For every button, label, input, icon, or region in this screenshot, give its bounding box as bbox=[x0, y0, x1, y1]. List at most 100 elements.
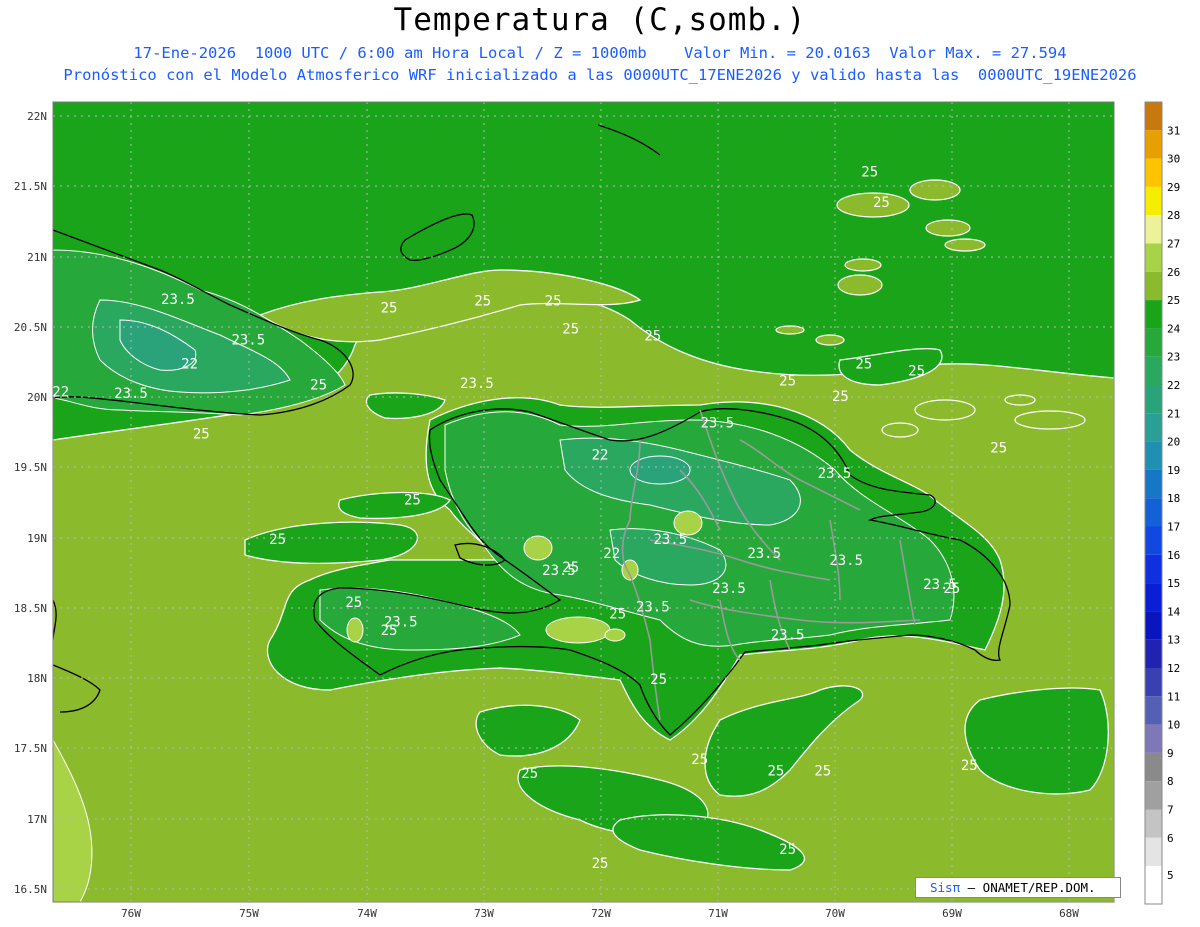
colorbar-tick: 6 bbox=[1167, 832, 1174, 845]
lat-label: 18.5N bbox=[14, 602, 47, 615]
colorbar-swatch bbox=[1145, 724, 1162, 753]
lon-label: 70W bbox=[825, 907, 845, 920]
lat-label: 20.5N bbox=[14, 321, 47, 334]
lon-label: 72W bbox=[591, 907, 611, 920]
colorbar-tick: 12 bbox=[1167, 662, 1180, 675]
contour-label: 23.5 bbox=[747, 546, 781, 562]
contour-label: 25 bbox=[562, 322, 579, 338]
colorbar-tick: 25 bbox=[1167, 294, 1180, 307]
contour-label: 22 bbox=[52, 385, 69, 401]
lat-label: 21N bbox=[27, 251, 47, 264]
contour-label: 25 bbox=[961, 758, 978, 774]
credit-text: – ONAMET/REP.DOM. bbox=[960, 880, 1096, 895]
contour-label: 22 bbox=[181, 357, 198, 373]
lon-label: 74W bbox=[357, 907, 377, 920]
contour-label: 23.5 bbox=[653, 532, 687, 548]
colorbar-swatch bbox=[1145, 356, 1162, 385]
colorbar-swatch bbox=[1145, 271, 1162, 301]
contour-label: 25 bbox=[990, 441, 1007, 457]
latitude-axis: 22N 21.5N 21N 20.5N 20N 19.5N 19N 18.5N … bbox=[14, 110, 47, 896]
colorbar-swatch bbox=[1145, 583, 1162, 612]
colorbar-tick: 20 bbox=[1167, 436, 1180, 449]
cul-de-sac-warm-spot bbox=[545, 616, 611, 644]
contour-label: 23.5 bbox=[712, 581, 746, 597]
colorbar-swatch bbox=[1145, 866, 1162, 904]
colorbar-swatch bbox=[1145, 639, 1162, 668]
colorbar-swatch bbox=[1145, 130, 1162, 159]
colorbar-swatch bbox=[1145, 328, 1162, 357]
lon-label: 68W bbox=[1059, 907, 1079, 920]
colorbar-swatch bbox=[1145, 186, 1162, 216]
contour-label: 25 bbox=[873, 195, 890, 211]
colorbar-swatch bbox=[1145, 102, 1162, 131]
contour-label: 23.5 bbox=[161, 292, 195, 308]
colorbar-tick: 21 bbox=[1167, 407, 1180, 420]
contour-label: 25 bbox=[908, 364, 925, 380]
colorbar-tick: 15 bbox=[1167, 577, 1180, 590]
colorbar: 31 30 29 28 27 26 25 24 23 22 21 20 19 1… bbox=[1144, 101, 1181, 905]
colorbar-tick: 29 bbox=[1167, 181, 1180, 194]
contour-label: 25 bbox=[779, 842, 796, 858]
contour-label: 23.5 bbox=[460, 376, 494, 392]
contour-label: 23.5 bbox=[542, 563, 576, 579]
colorbar-swatch bbox=[1145, 696, 1162, 725]
colorbar-tick: 16 bbox=[1167, 549, 1180, 562]
colorbar-swatch bbox=[1145, 413, 1162, 442]
contour-label: 23.5 bbox=[636, 599, 670, 615]
colorbar-swatch bbox=[1145, 300, 1162, 329]
lat-label: 18N bbox=[27, 672, 47, 685]
colorbar-tick: 10 bbox=[1167, 719, 1180, 732]
contour-label: 25 bbox=[545, 293, 562, 309]
colorbar-tick: 19 bbox=[1167, 464, 1180, 477]
lat-label: 22N bbox=[27, 110, 47, 123]
colorbar-swatch bbox=[1145, 809, 1162, 838]
colorbar-swatch bbox=[1145, 837, 1162, 867]
colorbar-swatch bbox=[1145, 243, 1162, 272]
contour-label: 23.5 bbox=[818, 466, 852, 482]
contour-label: 25 bbox=[269, 532, 286, 548]
contour-label: 23.5 bbox=[771, 627, 805, 643]
colorbar-tick: 31 bbox=[1167, 124, 1180, 137]
contour-label: 25 bbox=[779, 373, 796, 389]
contour-label: 25 bbox=[592, 856, 609, 872]
artibonite-warm-spot bbox=[523, 535, 553, 561]
lon-label: 75W bbox=[239, 907, 259, 920]
contour-label: 25 bbox=[691, 752, 708, 768]
contour-label: 23.5 bbox=[384, 615, 418, 631]
longitude-axis: 76W 75W 74W 73W 72W 71W 70W 69W 68W bbox=[121, 907, 1079, 920]
colorbar-swatch bbox=[1145, 498, 1162, 527]
contour-label: 22 bbox=[592, 448, 609, 464]
contour-label: 23.5 bbox=[923, 577, 957, 593]
colorbar-tick: 8 bbox=[1167, 775, 1174, 788]
tiburon-warm-spot bbox=[346, 617, 364, 643]
contour-label: 25 bbox=[832, 389, 849, 405]
colorbar-tick: 17 bbox=[1167, 521, 1180, 534]
lat-label: 16.5N bbox=[14, 883, 47, 896]
lon-label: 71W bbox=[708, 907, 728, 920]
contour-label: 25 bbox=[609, 606, 626, 622]
contour-label: 23.5 bbox=[114, 386, 148, 402]
contour-label: 25 bbox=[381, 300, 398, 316]
colorbar-swatch bbox=[1145, 752, 1162, 782]
lat-label: 21.5N bbox=[14, 180, 47, 193]
sispi-logo-text: Sisπ bbox=[930, 880, 961, 895]
contour-label: 25 bbox=[650, 672, 667, 688]
central-warm-spot bbox=[604, 628, 626, 642]
contour-label: 23.5 bbox=[231, 333, 265, 349]
lat-label: 19N bbox=[27, 532, 47, 545]
colorbar-swatch bbox=[1145, 469, 1162, 499]
lat-label: 17N bbox=[27, 813, 47, 826]
contour-label: 25 bbox=[855, 357, 872, 373]
lon-label: 69W bbox=[942, 907, 962, 920]
map-plot-area: 25 252525 25252525252525252525252525 25 2525… bbox=[52, 102, 1114, 902]
colorbar-tick: 18 bbox=[1167, 492, 1180, 505]
colorbar-tick: 23 bbox=[1167, 351, 1180, 364]
contour-label: 25 bbox=[767, 763, 784, 779]
colorbar-tick: 9 bbox=[1167, 747, 1174, 760]
contour-label: 25 bbox=[521, 766, 538, 782]
contour-label: 25 bbox=[861, 164, 878, 180]
contour-label: 22 bbox=[603, 546, 620, 562]
colorbar-swatch bbox=[1145, 526, 1162, 555]
contour-label: 25 bbox=[814, 763, 831, 779]
colorbar-tick: 24 bbox=[1167, 322, 1181, 335]
